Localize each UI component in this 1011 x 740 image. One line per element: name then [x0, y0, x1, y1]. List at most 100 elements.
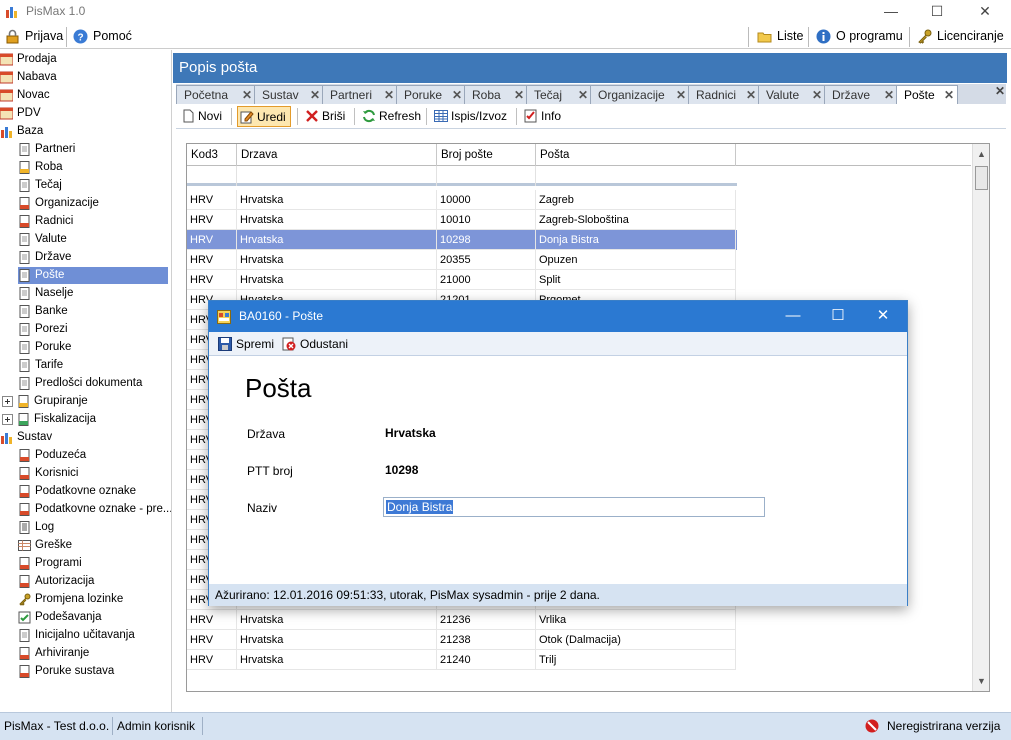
naziv-input[interactable]: Donja Bistra [383, 497, 765, 517]
sidebar-item-sustav[interactable]: Sustav [0, 429, 170, 446]
sidebar-item-poduzeca[interactable]: Poduzeća [18, 447, 168, 464]
sidebar-item-podesavanja[interactable]: Podešavanja [18, 609, 168, 626]
menu-prijava[interactable]: Prijava [5, 28, 63, 46]
tab-partneri[interactable]: Partneri ✕ [322, 85, 398, 104]
refresh-button[interactable]: Refresh [360, 106, 425, 127]
sidebar-item-inicijalno-ucitavanja[interactable]: Inicijalno učitavanja [18, 627, 168, 644]
menu-o-programu[interactable]: O programu [816, 28, 903, 46]
table-row[interactable]: HRV Hrvatska 10000 Zagreb [187, 190, 737, 210]
sidebar-item-roba[interactable]: Roba [18, 159, 168, 176]
sidebar-item-tecaj[interactable]: Tečaj [18, 177, 168, 194]
close-icon[interactable]: ✕ [676, 86, 686, 104]
sidebar-item-korisnici[interactable]: Korisnici [18, 465, 168, 482]
sidebar-item-valute[interactable]: Valute [18, 231, 168, 248]
tab-tecaj[interactable]: Tečaj ✕ [526, 85, 592, 104]
tab-radnici[interactable]: Radnici ✕ [688, 85, 760, 104]
close-icon[interactable]: ✕ [746, 86, 756, 104]
sidebar-item-autorizacija[interactable]: Autorizacija [18, 573, 168, 590]
column-header-kod3[interactable]: Kod3 [187, 144, 237, 166]
dialog-maximize-button[interactable]: ☐ [816, 305, 860, 329]
edit-button[interactable]: Uredi [237, 106, 291, 127]
sidebar-item-log[interactable]: Log [18, 519, 168, 536]
sidebar-item-pdv[interactable]: PDV [0, 105, 170, 122]
menu-pomoc[interactable]: ? Pomoć [73, 28, 132, 46]
tab-organizacije[interactable]: Organizacije ✕ [590, 85, 690, 104]
sidebar-item-naselje[interactable]: Naselje [18, 285, 168, 302]
table-row[interactable]: HRV Hrvatska 20355 Opuzen [187, 250, 737, 270]
sidebar-item-prodaja[interactable]: Prodaja [0, 51, 170, 68]
table-row[interactable]: HRV Hrvatska 10298 Donja Bistra [187, 230, 737, 250]
cancel-button[interactable]: Odustani [280, 336, 348, 352]
close-icon[interactable]: ✕ [812, 86, 822, 104]
print-export-button[interactable]: Ispis/Izvoz [432, 106, 511, 127]
sidebar-item-banke[interactable]: Banke [18, 303, 168, 320]
tab-poruke[interactable]: Poruke ✕ [396, 85, 466, 104]
maximize-button[interactable]: ☐ [914, 0, 960, 24]
sidebar-item-partneri[interactable]: Partneri [18, 141, 168, 158]
sidebar-item-porezi[interactable]: Porezi [18, 321, 168, 338]
dialog-titlebar[interactable]: BA0160 - Pošte — ☐ ✕ [209, 301, 907, 332]
minimize-button[interactable]: — [868, 0, 914, 24]
tab-poste[interactable]: Pošte ✕ [896, 85, 958, 105]
menu-liste[interactable]: Liste [757, 28, 803, 46]
scroll-thumb[interactable] [975, 166, 988, 190]
tab-drzave[interactable]: Države ✕ [824, 85, 898, 104]
delete-button[interactable]: Briši [303, 106, 349, 127]
close-button[interactable]: ✕ [962, 0, 1008, 24]
sidebar-item-tarife[interactable]: Tarife [18, 357, 168, 374]
sidebar-item-organizacije[interactable]: Organizacije [18, 195, 168, 212]
table-row[interactable]: HRV Hrvatska 21000 Split [187, 270, 737, 290]
sidebar-item-drzave[interactable]: Države [18, 249, 168, 266]
close-icon[interactable]: ✕ [242, 86, 252, 104]
expand-icon[interactable] [2, 396, 13, 407]
close-icon[interactable]: ✕ [452, 86, 462, 104]
column-header-broj-poste[interactable]: Broj pošte [437, 144, 536, 166]
close-icon[interactable]: ✕ [578, 86, 588, 104]
tab-sustav[interactable]: Sustav ✕ [254, 85, 324, 104]
info-button[interactable]: Info [522, 106, 565, 127]
tab-valute[interactable]: Valute ✕ [758, 85, 826, 104]
sidebar-item-podatkovne-oznake[interactable]: Podatkovne oznake [18, 483, 168, 500]
status-license[interactable]: Neregistrirana verzija [887, 719, 1000, 733]
sidebar-item-baza[interactable]: Baza [0, 123, 170, 140]
close-all-tabs-icon[interactable]: ✕ [995, 84, 1005, 98]
save-button[interactable]: Spremi [216, 336, 274, 352]
scroll-up-icon[interactable]: ▲ [973, 146, 989, 162]
sidebar-item-poruke-sustava[interactable]: Poruke sustava [18, 663, 168, 680]
sidebar-item-novac[interactable]: Novac [0, 87, 170, 104]
column-header-drzava[interactable]: Drzava [237, 144, 437, 166]
dialog-minimize-button[interactable]: — [771, 305, 815, 329]
close-icon[interactable]: ✕ [944, 86, 954, 104]
tab-pocetna[interactable]: Početna ✕ [176, 85, 256, 104]
sidebar-item-nabava[interactable]: Nabava [0, 69, 170, 86]
new-button[interactable]: Novi [179, 106, 226, 127]
scroll-down-icon[interactable]: ▼ [973, 673, 989, 689]
sidebar-item-radnici[interactable]: Radnici [18, 213, 168, 230]
close-icon[interactable]: ✕ [884, 86, 894, 104]
close-icon[interactable]: ✕ [310, 86, 320, 104]
app-icon [6, 7, 17, 18]
grid-scrollbar[interactable]: ▲ ▼ [972, 144, 989, 691]
sidebar-item-promjena-lozinke[interactable]: Promjena lozinke [18, 591, 168, 608]
tab-roba[interactable]: Roba ✕ [464, 85, 528, 104]
table-row[interactable]: HRV Hrvatska 21236 Vrlika [187, 610, 737, 630]
sidebar-item-podatkovne-oznake-pre[interactable]: Podatkovne oznake - pre... [18, 501, 171, 518]
sidebar-item-poste[interactable]: Pošte [18, 267, 168, 284]
filter-row[interactable] [187, 166, 737, 186]
sidebar-item-predlosci-dokumenta[interactable]: Predlošci dokumenta [18, 375, 168, 392]
sidebar-item-programi[interactable]: Programi [18, 555, 168, 572]
close-icon[interactable]: ✕ [384, 86, 394, 104]
sidebar-item-poruke[interactable]: Poruke [18, 339, 168, 356]
sidebar-item-grupiranje[interactable]: Grupiranje [2, 393, 168, 410]
sidebar-item-greske[interactable]: Greške [18, 537, 168, 554]
table-row[interactable]: HRV Hrvatska 21240 Trilj [187, 650, 737, 670]
sidebar-item-arhiviranje[interactable]: Arhiviranje [18, 645, 168, 662]
table-row[interactable]: HRV Hrvatska 10010 Zagreb-Sloboština [187, 210, 737, 230]
menu-licenciranje[interactable]: Licenciranje [917, 28, 1004, 46]
column-header-posta[interactable]: Pošta [536, 144, 736, 166]
sidebar-item-fiskalizacija[interactable]: Fiskalizacija [2, 411, 168, 428]
dialog-close-button[interactable]: ✕ [861, 305, 905, 329]
expand-icon[interactable] [2, 414, 13, 425]
close-icon[interactable]: ✕ [514, 86, 524, 104]
table-row[interactable]: HRV Hrvatska 21238 Otok (Dalmacija) [187, 630, 737, 650]
